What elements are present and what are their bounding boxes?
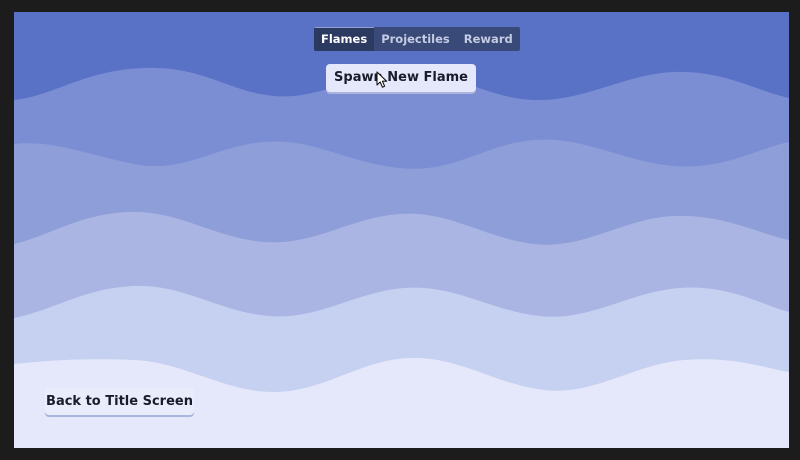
tab-flames[interactable]: Flames <box>314 27 375 51</box>
game-canvas: Flames Projectiles Reward Spawn New Flam… <box>14 12 789 448</box>
tab-bar: Flames Projectiles Reward <box>314 27 520 51</box>
game-frame: Flames Projectiles Reward Spawn New Flam… <box>0 0 800 460</box>
tab-reward[interactable]: Reward <box>457 27 520 51</box>
back-to-title-button[interactable]: Back to Title Screen <box>45 388 194 415</box>
spawn-new-flame-button[interactable]: Spawn New Flame <box>326 64 476 92</box>
tab-projectiles[interactable]: Projectiles <box>374 27 457 51</box>
